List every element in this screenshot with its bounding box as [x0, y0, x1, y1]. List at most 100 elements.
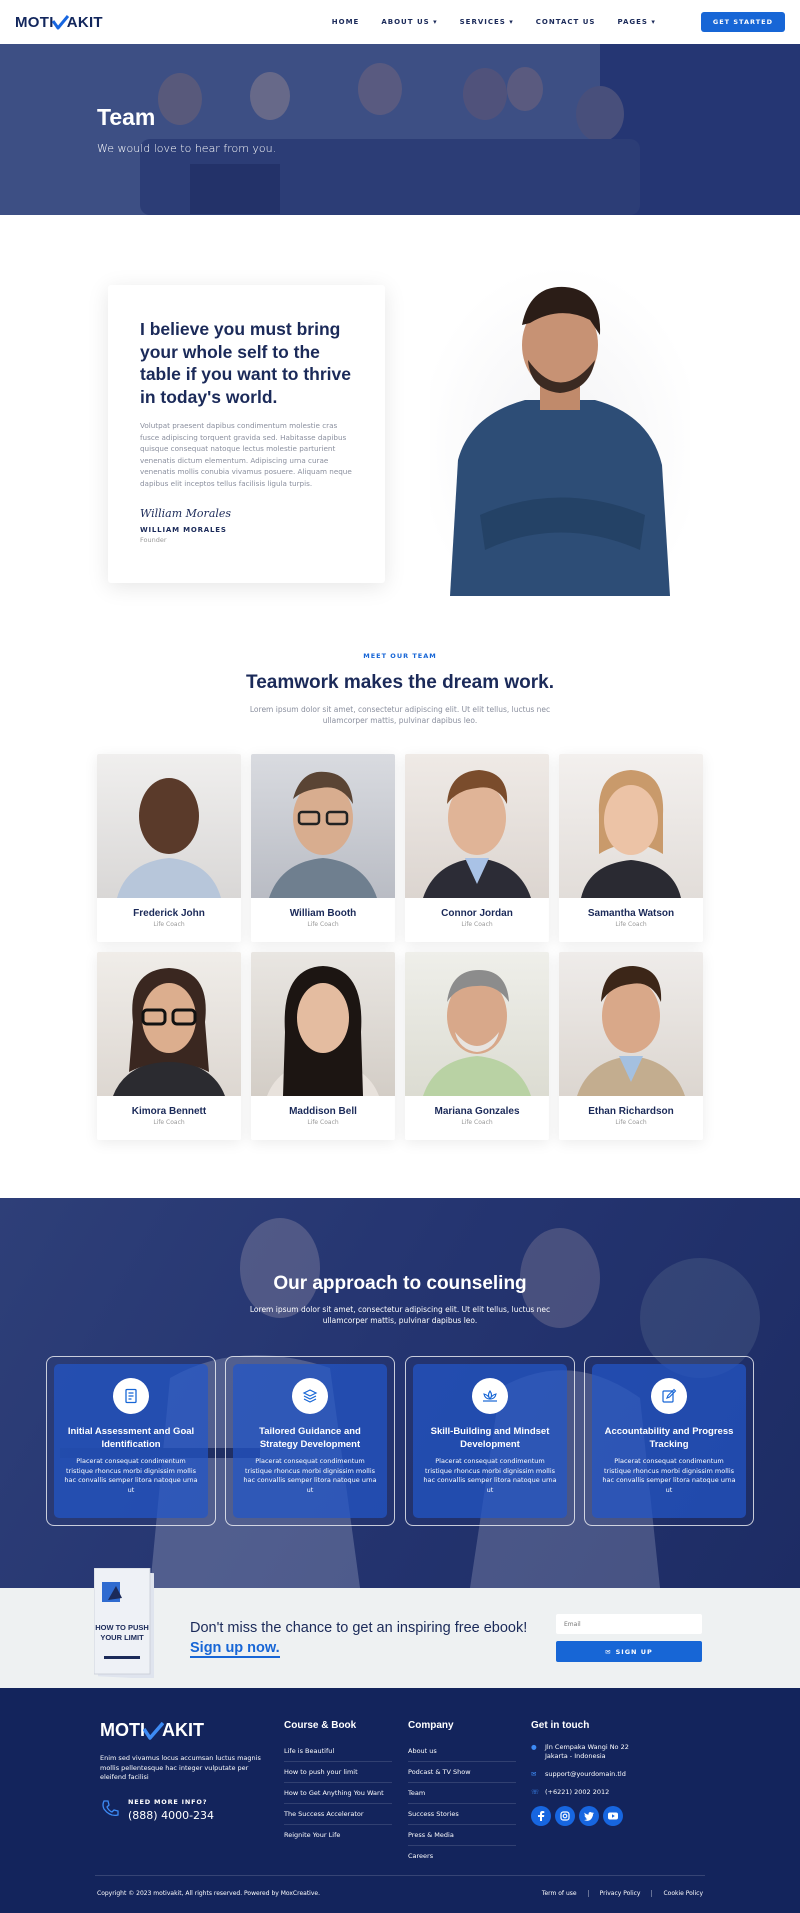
member-name: Maddison Bell [289, 1106, 357, 1117]
member-role: Life Coach [153, 1119, 185, 1126]
team-member-card[interactable]: Maddison Bell Life Coach [251, 952, 395, 1140]
logo-check-icon [143, 1721, 164, 1740]
sign-up-button[interactable]: ✉ SIGN UP [556, 1641, 702, 1662]
mail-icon: ✉ [605, 1647, 612, 1656]
footer-link[interactable]: How to Get Anything You Want [284, 1783, 392, 1804]
member-photo [405, 952, 549, 1096]
footer-link[interactable]: The Success Accelerator [284, 1804, 392, 1825]
svg-text:YOUR LIMIT: YOUR LIMIT [100, 1633, 144, 1642]
team-member-card[interactable]: Samantha Watson Life Coach [559, 754, 703, 942]
founder-name: WILLIAM MORALES [140, 526, 227, 534]
approach-card-title: Tailored Guidance and Strategy Developme… [259, 1426, 361, 1450]
get-started-button[interactable]: GET STARTED [700, 12, 785, 32]
quote-card: I believe you must bring your whole self… [108, 285, 385, 583]
footer-description: Enim sed vivamus locus accumsan luctus m… [100, 1754, 261, 1781]
approach-heading: Our approach to counseling [273, 1273, 527, 1294]
footer-link[interactable]: Reignite Your Life [284, 1825, 392, 1845]
twitter-icon[interactable] [579, 1806, 599, 1826]
footer-column-title: Get in touch [531, 1720, 590, 1731]
approach-card: Tailored Guidance and Strategy Developme… [225, 1356, 395, 1526]
logo[interactable]: MOTI AKIT [15, 14, 103, 31]
nav-contact[interactable]: CONTACT US [536, 18, 596, 26]
approach-card: Accountability and Progress Tracking Pla… [584, 1356, 754, 1526]
need-more-info: NEED MORE INFO? [128, 1798, 208, 1806]
footer-column-title: Course & Book [284, 1720, 357, 1731]
team-grid: Frederick John Life Coach William Booth … [97, 754, 703, 1140]
approach-text: Lorem ipsum dolor sit amet, consectetur … [249, 1305, 551, 1325]
facebook-icon[interactable] [531, 1806, 551, 1826]
phone-icon [100, 1799, 120, 1823]
member-name: Ethan Richardson [588, 1106, 674, 1117]
ebook-cta: HOW TO PUSH YOUR LIMIT Don't miss the ch… [0, 1568, 800, 1688]
approach-card-title: Accountability and Progress Tracking [604, 1426, 734, 1450]
team-member-card[interactable]: Ethan Richardson Life Coach [559, 952, 703, 1140]
member-name: Connor Jordan [441, 908, 513, 919]
footer-link[interactable]: Team [408, 1783, 516, 1804]
footer-contact-column: Get in touch ● Jln Cempaka Wangi No 22 Ja… [531, 1720, 629, 1826]
youtube-icon[interactable] [603, 1806, 623, 1826]
email-input[interactable] [556, 1614, 702, 1634]
terms-link[interactable]: Term of use [542, 1890, 577, 1897]
footer-link[interactable]: Podcast & TV Show [408, 1762, 516, 1783]
member-photo [559, 952, 703, 1096]
team-heading: Teamwork makes the dream work. [246, 672, 554, 693]
ebook-cover: HOW TO PUSH YOUR LIMIT [94, 1568, 154, 1678]
page-subtitle: We would love to hear from you. [97, 142, 277, 155]
signature: William Morales [140, 507, 232, 520]
footer-course-column: Course & Book Life is Beautiful How to p… [284, 1720, 392, 1845]
member-role: Life Coach [461, 1119, 493, 1126]
member-photo [251, 754, 395, 898]
founder-photo [430, 265, 690, 596]
footer-contact-phone[interactable]: ☏ (+6221) 2002 2012 [531, 1788, 629, 1797]
chevron-down-icon: ▾ [509, 18, 514, 26]
footer-link[interactable]: About us [408, 1741, 516, 1762]
team-member-card[interactable]: Frederick John Life Coach [97, 754, 241, 942]
edit-icon [651, 1378, 687, 1414]
privacy-link[interactable]: Privacy Policy [587, 1890, 640, 1897]
cookie-link[interactable]: Cookie Policy [651, 1890, 703, 1897]
founder-section: I believe you must bring your whole self… [0, 215, 800, 596]
approach-section: Our approach to counseling Lorem ipsum d… [0, 1198, 800, 1588]
footer-logo[interactable]: MOTI AKIT [100, 1720, 204, 1741]
main-nav: HOME ABOUT US ▾ SERVICES ▾ CONTACT US PA… [332, 18, 656, 26]
member-name: Kimora Bennett [131, 1106, 207, 1117]
member-photo [97, 952, 241, 1096]
team-member-card[interactable]: Kimora Bennett Life Coach [97, 952, 241, 1140]
team-text: Lorem ipsum dolor sit amet, consectetur … [249, 705, 551, 725]
chevron-down-icon: ▾ [651, 18, 656, 26]
nav-about[interactable]: ABOUT US ▾ [381, 18, 437, 26]
social-links [531, 1806, 629, 1826]
member-name: William Booth [289, 908, 357, 919]
approach-card: Initial Assessment and Goal Identificati… [46, 1356, 216, 1526]
member-role: Life Coach [307, 1119, 339, 1126]
founder-role: Founder [140, 536, 167, 544]
ebook-text: Don't miss the chance to get an inspirin… [190, 1620, 528, 1658]
sign-up-link[interactable]: Sign up now. [190, 1640, 280, 1658]
document-icon [113, 1378, 149, 1414]
approach-card-text: Placerat consequat condimentum tristique… [243, 1457, 377, 1494]
lotus-icon [472, 1378, 508, 1414]
instagram-icon[interactable] [555, 1806, 575, 1826]
site-header: MOTI AKIT HOME ABOUT US ▾ SERVICES ▾ CON… [0, 0, 800, 44]
footer-link[interactable]: Life is Beautiful [284, 1741, 392, 1762]
nav-services[interactable]: SERVICES ▾ [460, 18, 514, 26]
approach-card-title: Skill-Building and Mindset Development [430, 1426, 550, 1450]
nav-pages[interactable]: PAGES ▾ [617, 18, 655, 26]
team-member-card[interactable]: Connor Jordan Life Coach [405, 754, 549, 942]
nav-home[interactable]: HOME [332, 18, 360, 26]
footer-email[interactable]: ✉ support@yourdomain.tld [531, 1770, 629, 1779]
quote-text: Volutpat praesent dapibus condimentum mo… [140, 421, 352, 488]
footer-address: ● Jln Cempaka Wangi No 22 Jakarta - Indon… [531, 1743, 629, 1760]
footer-link[interactable]: How to push your limit [284, 1762, 392, 1783]
footer-link[interactable]: Careers [408, 1846, 516, 1866]
footer-phone[interactable]: (888) 4000-234 [128, 1809, 214, 1822]
team-member-card[interactable]: Mariana Gonzales Life Coach [405, 952, 549, 1140]
phone-icon: ☏ [531, 1788, 540, 1796]
member-role: Life Coach [307, 921, 339, 928]
footer-link[interactable]: Press & Media [408, 1825, 516, 1846]
member-photo [559, 754, 703, 898]
footer-link[interactable]: Success Stories [408, 1804, 516, 1825]
layers-icon [292, 1378, 328, 1414]
team-member-card[interactable]: William Booth Life Coach [251, 754, 395, 942]
svg-text:HOW TO PUSH: HOW TO PUSH [95, 1623, 149, 1632]
